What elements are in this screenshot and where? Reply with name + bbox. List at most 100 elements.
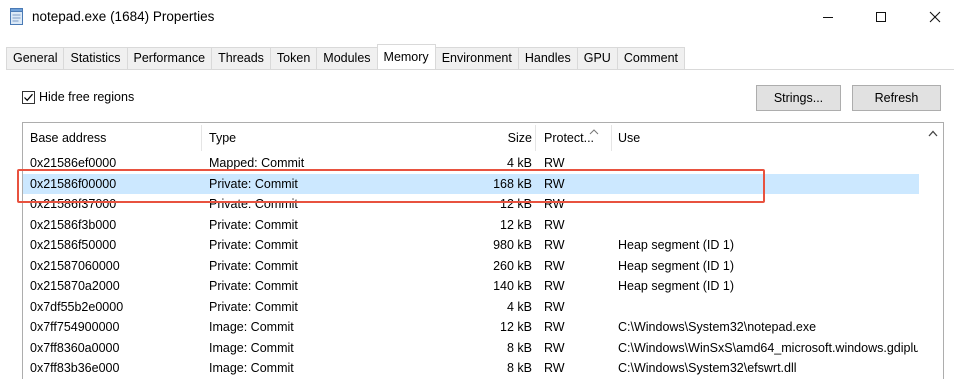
- cell-size: 980 kB: [493, 238, 532, 252]
- cell-base-address: 0x215870a2000: [30, 279, 120, 293]
- cell-protection: RW: [544, 258, 565, 273]
- column-divider[interactable]: [201, 125, 202, 151]
- cell-base-address: 0x7df55b2e0000: [30, 299, 124, 314]
- cell-size: 12 kB: [500, 320, 532, 334]
- close-icon: [929, 11, 941, 23]
- table-row[interactable]: 0x7ff754900000 Image: Commit 12 kB RW C:…: [23, 317, 919, 338]
- window-title: notepad.exe (1684) Properties: [32, 9, 215, 24]
- hide-free-regions-checkbox[interactable]: Hide free regions: [22, 90, 134, 104]
- checkbox-box[interactable]: [22, 90, 35, 104]
- tab-gpu[interactable]: GPU: [576, 47, 618, 69]
- table-row[interactable]: 0x215870a2000 Private: Commit 140 kB RW …: [23, 276, 919, 297]
- column-type[interactable]: Type: [209, 123, 236, 153]
- scroll-up-icon[interactable]: [925, 126, 940, 141]
- tab-threads[interactable]: Threads: [211, 47, 271, 69]
- cell-use: C:\Windows\WinSxS\amd64_microsoft.window…: [618, 340, 918, 355]
- cell-type: Private: Commit: [209, 197, 298, 211]
- cell-protection: RW: [544, 238, 565, 252]
- tab-environment[interactable]: Environment: [434, 47, 519, 69]
- cell-use: C:\Windows\System32\notepad.exe: [618, 320, 817, 334]
- minimize-button[interactable]: [805, 0, 851, 34]
- cell-type: Private: Commit: [209, 279, 298, 293]
- cell-protection: RW: [544, 299, 565, 314]
- table-row[interactable]: 0x21586f37000 Private: Commit 12 kB RW: [23, 194, 919, 215]
- cell-base-address: 0x21586f3b000: [30, 217, 117, 232]
- cell-protection: RW: [544, 197, 565, 211]
- maximize-icon: [876, 12, 886, 22]
- tab-general[interactable]: General: [6, 47, 65, 69]
- cell-type: Private: Commit: [209, 217, 298, 232]
- cell-size: 12 kB: [500, 217, 532, 232]
- cell-protection: RW: [544, 156, 565, 170]
- cell-type: Private: Commit: [209, 258, 298, 273]
- memory-list[interactable]: Base address Type Size Protect... Use 0x…: [22, 122, 944, 379]
- tab-handles[interactable]: Handles: [517, 47, 578, 69]
- cell-size: 168 kB: [493, 176, 532, 191]
- tab-token[interactable]: Token: [269, 47, 318, 69]
- table-row[interactable]: 0x7ff83b36e000 Image: Commit 8 kB RW C:\…: [23, 358, 919, 379]
- cell-protection: RW: [544, 217, 565, 232]
- cell-base-address: 0x21586f00000: [30, 176, 117, 191]
- cell-type: Private: Commit: [209, 238, 298, 252]
- cell-protection: RW: [544, 176, 565, 191]
- cell-base-address: 0x21586f37000: [30, 197, 117, 211]
- cell-size: 140 kB: [493, 279, 532, 293]
- tab-memory[interactable]: Memory: [376, 44, 436, 68]
- cell-size: 8 kB: [506, 361, 532, 375]
- cell-use: C:\Windows\System32\efswrt.dll: [618, 361, 797, 375]
- column-use[interactable]: Use: [618, 123, 640, 153]
- strings-button[interactable]: Strings...: [756, 85, 841, 111]
- tab-statistics[interactable]: Statistics: [63, 47, 128, 69]
- cell-size: 12 kB: [500, 197, 532, 211]
- cell-type: Mapped: Commit: [209, 156, 305, 170]
- cell-size: 4 kB: [506, 156, 532, 170]
- tab-comment[interactable]: Comment: [616, 47, 686, 69]
- close-button[interactable]: [912, 0, 958, 34]
- cell-use: Heap segment (ID 1): [618, 258, 735, 273]
- cell-protection: RW: [544, 340, 565, 355]
- cell-protection: RW: [544, 361, 565, 375]
- table-row[interactable]: 0x21586ef0000 Mapped: Commit 4 kB RW: [23, 153, 919, 174]
- cell-use: Heap segment (ID 1): [618, 279, 735, 293]
- cell-base-address: 0x7ff754900000: [30, 320, 120, 334]
- cell-type: Image: Commit: [209, 340, 294, 355]
- cell-use: Heap segment (ID 1): [618, 238, 735, 252]
- cell-base-address: 0x21586ef0000: [30, 156, 117, 170]
- tab-modules[interactable]: Modules: [316, 47, 378, 69]
- title-bar[interactable]: notepad.exe (1684) Properties: [0, 0, 960, 34]
- column-base-address[interactable]: Base address: [30, 123, 106, 153]
- cell-protection: RW: [544, 320, 565, 334]
- minimize-icon: [823, 17, 833, 18]
- hide-free-regions-label: Hide free regions: [39, 90, 135, 104]
- list-header: Base address Type Size Protect... Use: [23, 123, 923, 153]
- cell-base-address: 0x21587060000: [30, 258, 120, 273]
- table-row[interactable]: 0x7ff8360a0000 Image: Commit 8 kB RW C:\…: [23, 338, 919, 359]
- table-row[interactable]: 0x7df55b2e0000 Private: Commit 4 kB RW: [23, 297, 919, 318]
- column-divider[interactable]: [535, 125, 536, 151]
- table-row[interactable]: 0x21587060000 Private: Commit 260 kB RW …: [23, 256, 919, 277]
- cell-type: Image: Commit: [209, 361, 294, 375]
- table-row[interactable]: 0x21586f50000 Private: Commit 980 kB RW …: [23, 235, 919, 256]
- cell-base-address: 0x7ff83b36e000: [30, 361, 120, 375]
- refresh-button[interactable]: Refresh: [852, 85, 941, 111]
- checkmark-icon: [24, 93, 33, 101]
- cell-type: Image: Commit: [209, 320, 294, 334]
- cell-size: 260 kB: [493, 258, 532, 273]
- cell-type: Private: Commit: [209, 299, 298, 314]
- vertical-scrollbar[interactable]: [922, 123, 943, 379]
- maximize-button[interactable]: [858, 0, 904, 34]
- list-rows: 0x21586ef0000 Mapped: Commit 4 kB RW 0x2…: [23, 153, 923, 379]
- cell-base-address: 0x7ff8360a0000: [30, 340, 120, 355]
- notepad-icon: [9, 8, 25, 25]
- cell-protection: RW: [544, 279, 565, 293]
- table-row[interactable]: 0x21586f3b000 Private: Commit 12 kB RW: [23, 215, 919, 236]
- cell-type: Private: Commit: [209, 176, 298, 191]
- tab-performance[interactable]: Performance: [126, 47, 213, 69]
- table-row-selected[interactable]: 0x21586f00000 Private: Commit 168 kB RW: [23, 173, 919, 194]
- tab-strip: General Statistics Performance Threads T…: [6, 44, 686, 69]
- cell-base-address: 0x21586f50000: [30, 238, 117, 252]
- column-divider[interactable]: [611, 125, 612, 151]
- column-size[interactable]: Size: [443, 123, 532, 153]
- column-protection[interactable]: Protect...: [544, 123, 594, 153]
- cell-size: 4 kB: [506, 299, 532, 314]
